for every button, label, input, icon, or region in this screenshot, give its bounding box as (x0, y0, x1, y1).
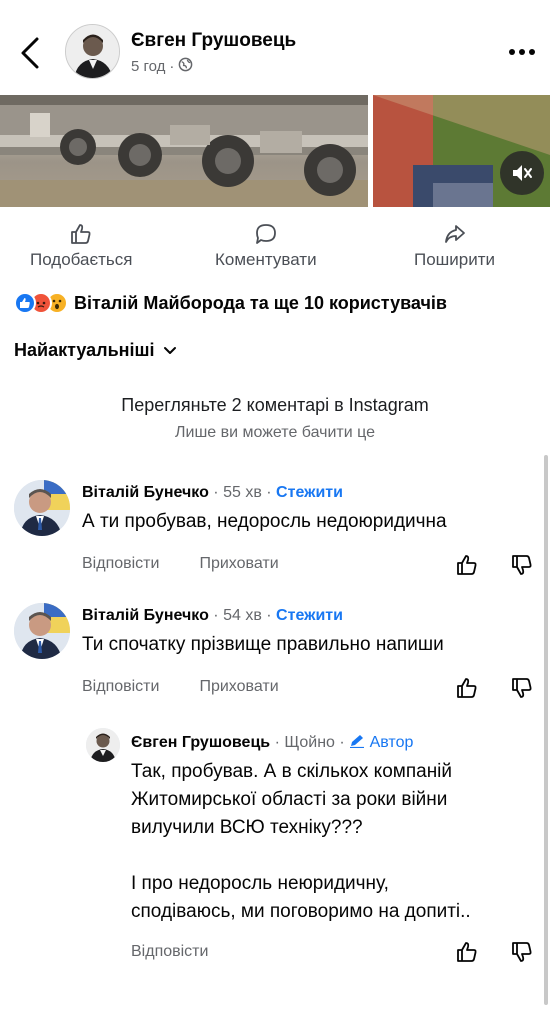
comment-actions: Відповісти Приховати (82, 555, 279, 573)
thumbs-up-icon (71, 224, 91, 244)
instagram-comments-link[interactable]: Перегляньте 2 коментарі в Instagram (0, 395, 550, 416)
post-photo-truck-trailer[interactable] (0, 95, 368, 207)
post-header: Євген Грушовець 5 год · (0, 0, 550, 95)
commenter-avatar[interactable] (14, 603, 70, 659)
share-button[interactable]: Поширити (414, 222, 495, 270)
reply-header: Євген Грушовець · Щойно · Автор (131, 734, 413, 752)
share-label: Поширити (414, 250, 496, 269)
downvote-icon[interactable] (510, 940, 534, 964)
upvote-icon[interactable] (455, 940, 479, 964)
chevron-down-icon (163, 346, 176, 354)
like-button[interactable]: Подобається (30, 222, 133, 270)
author-name[interactable]: Євген Грушовець (131, 30, 296, 52)
reply-text-line (131, 842, 471, 870)
author-badge-label: Автор (369, 734, 414, 751)
reply-author-avatar[interactable] (86, 728, 120, 762)
commenter-name[interactable]: Віталій Бунечко (82, 484, 209, 501)
reply-text: Так, пробував. А в скількох компаній Жит… (131, 758, 471, 926)
comment-header: Віталій Бунечко · 54 хв · Стежити (82, 607, 343, 625)
comment-bubble-icon (255, 224, 276, 244)
reply-button[interactable]: Відповісти (82, 555, 159, 573)
comment-time: · 54 хв · (213, 607, 272, 624)
post-actions-bar: Подобається Коментувати Поширити (0, 222, 550, 272)
sort-label: Найактуальніші (14, 340, 155, 360)
reply-time: · Щойно · (274, 734, 345, 751)
reply-button[interactable]: Відповісти (82, 678, 159, 696)
post-video-thumbnail[interactable] (373, 95, 550, 207)
commenter-name[interactable]: Віталій Бунечко (82, 607, 209, 624)
meta-separator: · (169, 58, 175, 75)
comment-text: Ти спочатку прізвище правильно напиши (82, 634, 444, 655)
reply-button[interactable]: Відповісти (131, 943, 208, 961)
reply-text-line: Так, пробував. А в скількох компаній (131, 761, 453, 782)
reply-author-name[interactable]: Євген Грушовець (131, 734, 270, 751)
post-media (0, 95, 550, 207)
share-arrow-icon (444, 225, 465, 243)
downvote-icon[interactable] (510, 676, 534, 700)
author-avatar[interactable] (65, 24, 120, 79)
comment-label: Коментувати (215, 250, 317, 269)
like-label: Подобається (30, 250, 133, 269)
instagram-privacy-note: Лише ви можете бачити це (175, 424, 375, 441)
reply-text-line: вилучили ВСЮ техніку??? (131, 817, 363, 838)
downvote-icon[interactable] (510, 553, 534, 577)
mute-button[interactable] (500, 151, 544, 195)
follow-button[interactable]: Стежити (276, 484, 343, 501)
reactions-summary[interactable]: Віталій Майборода та ще 10 користувачів (14, 290, 447, 316)
reply-text-line: І про недоросль неюридичну, (131, 873, 389, 894)
follow-button[interactable]: Стежити (276, 607, 343, 624)
like-reaction-icon (14, 292, 36, 314)
back-arrow-icon[interactable] (18, 36, 44, 70)
comment-button[interactable]: Коментувати (215, 222, 317, 270)
comment-time: · 55 хв · (213, 484, 272, 501)
comment-text: А ти пробував, недоросль недоюридична (82, 511, 447, 532)
reactions-text[interactable]: Віталій Майборода та ще 10 користувачів (74, 293, 447, 314)
pencil-icon (350, 735, 365, 749)
commenter-avatar[interactable] (14, 480, 70, 536)
author-badge: Автор (349, 734, 413, 751)
reply-text-line: Житомирської області за роки війни (131, 789, 448, 810)
post-time: 5 год (131, 58, 166, 75)
comment-sort-dropdown[interactable]: Найактуальніші (14, 340, 177, 361)
hide-button[interactable]: Приховати (199, 678, 278, 696)
comment-actions: Відповісти Приховати (82, 678, 279, 696)
globe-icon (178, 57, 193, 76)
comment-header: Віталій Бунечко · 55 хв · Стежити (82, 484, 343, 502)
scrollbar[interactable] (544, 455, 548, 1005)
more-options-icon[interactable] (508, 44, 536, 55)
upvote-icon[interactable] (455, 676, 479, 700)
reply-text-line: сподіваюсь, ми поговоримо на допиті.. (131, 901, 471, 922)
post-meta: 5 год · (131, 57, 193, 76)
hide-button[interactable]: Приховати (199, 555, 278, 573)
upvote-icon[interactable] (455, 553, 479, 577)
reply-actions: Відповісти (131, 943, 208, 961)
